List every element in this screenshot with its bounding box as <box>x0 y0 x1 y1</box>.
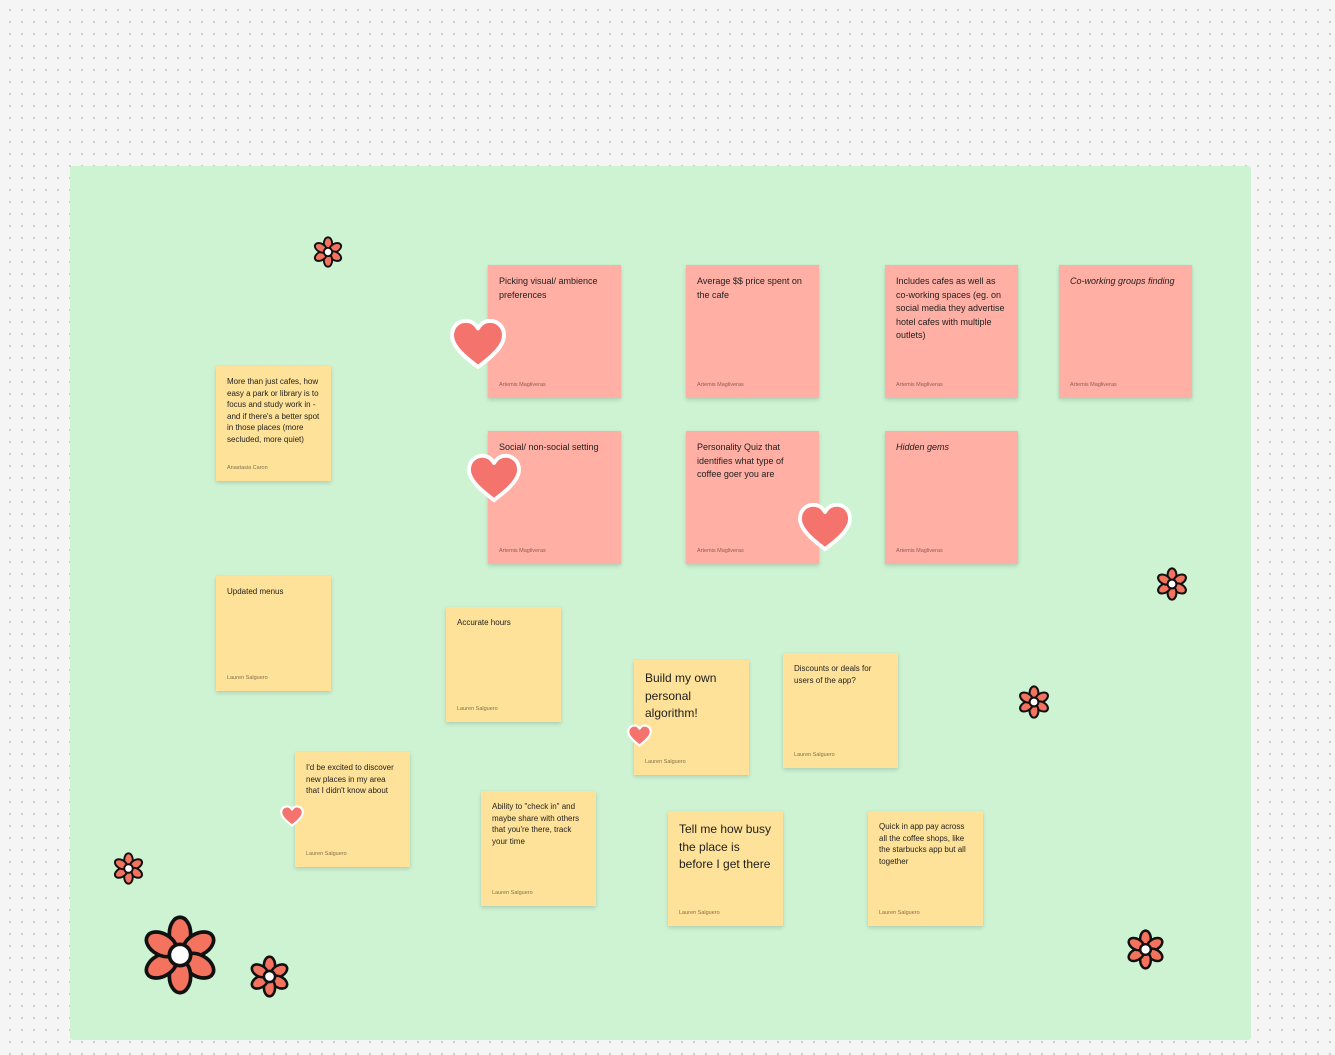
note-author: Artemis Magliveras <box>697 548 744 554</box>
heart-icon[interactable] <box>466 453 522 503</box>
note-author: Lauren Salguero <box>794 752 835 758</box>
note-author: Lauren Salguero <box>879 910 920 916</box>
heart-icon[interactable] <box>797 502 853 552</box>
sticky-note[interactable]: Hidden gems Artemis Magliveras <box>885 431 1018 564</box>
note-author: Artemis Magliveras <box>896 382 943 388</box>
sticky-note[interactable]: Average $$ price spent on the cafe Artem… <box>686 265 819 398</box>
note-author: Artemis Magliveras <box>1070 382 1117 388</box>
flower-icon[interactable] <box>1125 929 1166 970</box>
note-text: Includes cafes as well as co-working spa… <box>896 276 1005 340</box>
note-author: Anastasia Caron <box>227 465 268 471</box>
note-text: Co-working groups finding <box>1070 276 1175 286</box>
note-author: Artemis Magliveras <box>697 382 744 388</box>
sticky-note[interactable]: Includes cafes as well as co-working spa… <box>885 265 1018 398</box>
flower-icon[interactable] <box>1155 567 1189 601</box>
note-author: Lauren Salguero <box>306 851 347 857</box>
flower-icon[interactable] <box>312 236 344 268</box>
note-text: Personality Quiz that identifies what ty… <box>697 442 784 479</box>
note-author: Artemis Magliveras <box>499 548 546 554</box>
flower-icon[interactable] <box>139 912 221 998</box>
sticky-note[interactable]: I'd be excited to discover new places in… <box>295 752 410 867</box>
sticky-note[interactable]: Co-working groups finding Artemis Magliv… <box>1059 265 1192 398</box>
sticky-note[interactable]: Accurate hours Lauren Salguero <box>446 607 561 722</box>
sticky-note[interactable]: Quick in app pay across all the coffee s… <box>868 811 983 926</box>
note-author: Artemis Magliveras <box>896 548 943 554</box>
note-text: Accurate hours <box>457 618 511 627</box>
note-text: Tell me how busy the place is before I g… <box>679 822 772 871</box>
sticky-note[interactable]: Discounts or deals for users of the app?… <box>783 653 898 768</box>
heart-icon[interactable] <box>627 724 652 747</box>
note-text: Build my own personal algorithm! <box>645 671 717 720</box>
note-author: Lauren Salguero <box>492 890 533 896</box>
sticky-note[interactable]: Tell me how busy the place is before I g… <box>668 811 783 926</box>
note-text: More than just cafes, how easy a park or… <box>227 377 320 444</box>
note-author: Lauren Salguero <box>227 675 268 681</box>
flower-icon[interactable] <box>248 955 291 998</box>
flower-icon[interactable] <box>1017 685 1051 719</box>
note-text: Quick in app pay across all the coffee s… <box>879 822 966 866</box>
note-text: Average $$ price spent on the cafe <box>697 276 802 300</box>
note-author: Lauren Salguero <box>457 706 498 712</box>
heart-icon[interactable] <box>449 318 507 370</box>
sticky-note[interactable]: More than just cafes, how easy a park or… <box>216 366 331 481</box>
note-text: I'd be excited to discover new places in… <box>306 763 394 795</box>
note-text: Ability to "check in" and maybe share wi… <box>492 802 580 846</box>
flower-icon[interactable] <box>112 852 145 885</box>
sticky-note[interactable]: Build my own personal algorithm! Lauren … <box>634 660 749 775</box>
note-author: Lauren Salguero <box>679 910 720 916</box>
sticky-note[interactable]: Ability to "check in" and maybe share wi… <box>481 791 596 906</box>
note-text: Updated menus <box>227 587 284 596</box>
note-author: Lauren Salguero <box>645 759 686 765</box>
note-author: Artemis Magliveras <box>499 382 546 388</box>
note-text: Discounts or deals for users of the app? <box>794 664 872 685</box>
note-text: Hidden gems <box>896 442 950 452</box>
sticky-note[interactable]: Updated menus Lauren Salguero <box>216 576 331 691</box>
note-text: Picking visual/ ambience preferences <box>499 276 598 300</box>
heart-icon[interactable] <box>280 805 304 827</box>
sticky-note[interactable]: Picking visual/ ambience preferences Art… <box>488 265 621 398</box>
